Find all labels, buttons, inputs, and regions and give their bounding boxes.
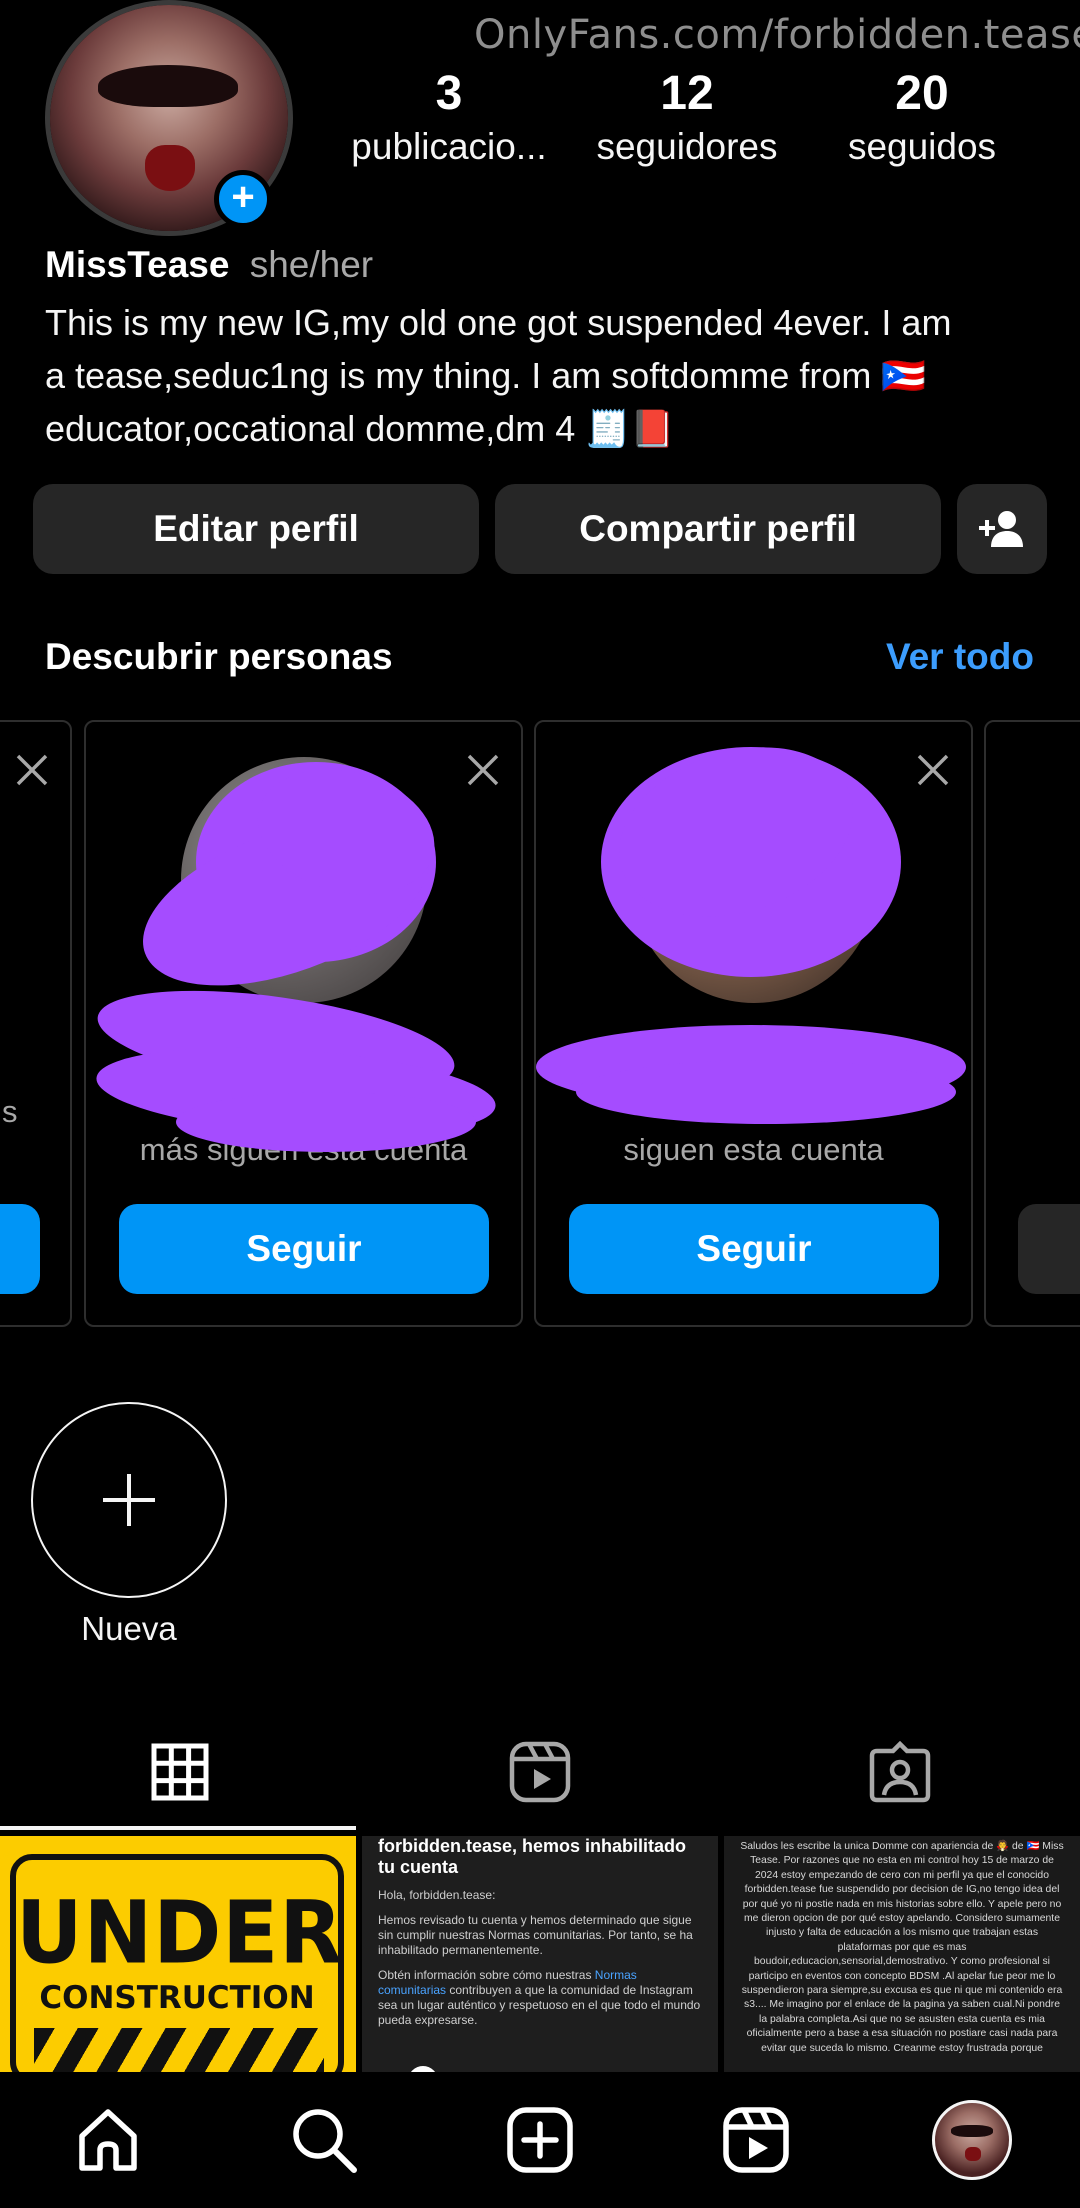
stat-posts[interactable]: 3 publicacio... — [349, 66, 549, 172]
partial-follow-button[interactable] — [1018, 1204, 1080, 1294]
nav-create[interactable] — [432, 2072, 648, 2208]
suggestion-avatar[interactable] — [631, 757, 877, 1003]
close-icon[interactable] — [463, 750, 503, 790]
share-profile-button[interactable]: Compartir perfil — [495, 484, 941, 574]
grid-icon — [151, 1743, 209, 1801]
bio-line: educator,occational domme,dm 4 🧾📕 — [45, 408, 675, 449]
partial-card-text: s — [2, 1094, 18, 1129]
suggestion-card[interactable]: siguen esta cuenta Seguir — [534, 720, 973, 1327]
post-thumbnail[interactable]: Saludos les escribe la unica Domme con a… — [724, 1836, 1080, 2072]
suggestion-card-partial-right — [984, 720, 1080, 1327]
follow-button[interactable]: Seguir — [569, 1204, 939, 1294]
stat-followers-label: seguidores — [596, 126, 778, 167]
reels-icon — [509, 1741, 571, 1803]
search-icon — [293, 2109, 357, 2173]
post-heading: forbidden.tease, hemos inhabilitado tu c… — [378, 1836, 687, 1877]
home-icon — [79, 2109, 137, 2171]
close-icon[interactable] — [913, 750, 953, 790]
bio-line: a tease,seduc1ng is my thing. I am softd… — [45, 355, 927, 396]
reels-icon — [723, 2107, 789, 2173]
profile-bio: This is my new IG,my old one got suspend… — [45, 296, 1045, 455]
tagged-icon — [869, 1741, 931, 1803]
hazard-stripes — [34, 2028, 324, 2072]
bio-line: This is my new IG,my old one got suspend… — [45, 302, 952, 343]
profile-avatar-icon — [932, 2100, 1012, 2180]
nav-search[interactable] — [216, 2072, 432, 2208]
stat-following-count: 20 — [895, 67, 949, 120]
stat-followers-count: 12 — [660, 67, 714, 120]
add-story-plus-icon[interactable]: + — [214, 170, 272, 228]
redaction-scribble — [536, 1025, 966, 1124]
suggestion-avatar[interactable] — [181, 757, 427, 1003]
post-thumbnail[interactable]: forbidden.tease, hemos inhabilitado tu c… — [362, 1836, 718, 2072]
post-paragraph: Hemos revisado tu cuenta y hemos determi… — [378, 1913, 693, 1957]
see-all-link[interactable]: Ver todo — [886, 636, 1034, 678]
edit-profile-button[interactable]: Editar perfil — [33, 484, 479, 574]
person-add-icon — [979, 511, 1023, 547]
nav-profile[interactable] — [864, 2072, 1080, 2208]
stat-following[interactable]: 20 seguidos — [822, 66, 1022, 172]
post-greeting: Hola, forbidden.tease: — [378, 1888, 496, 1902]
profile-name: MissTease — [45, 244, 230, 285]
sign-text-under: UNDER — [16, 1883, 344, 1984]
post-paragraph: Obtén información sobre cómo nuestras No… — [378, 1968, 701, 2027]
new-highlight-button[interactable] — [31, 1402, 227, 1598]
tab-posts-grid[interactable] — [0, 1712, 360, 1832]
watermark: OnlyFans.com/forbidden.tease — [474, 12, 1080, 58]
new-highlight-label: Nueva — [81, 1610, 177, 1647]
plus-icon — [103, 1474, 155, 1526]
tab-tagged[interactable] — [720, 1712, 1080, 1832]
partial-follow-button[interactable] — [0, 1204, 40, 1294]
discover-people-button[interactable] — [957, 484, 1047, 574]
follow-button[interactable]: Seguir — [119, 1204, 489, 1294]
suggestion-subtitle: siguen esta cuenta — [623, 1132, 884, 1167]
post-thumbnail[interactable]: UNDER CONSTRUCTION — [0, 1836, 356, 2072]
post-text: Saludos les escribe la unica Domme con a… — [740, 1841, 1064, 2054]
suggestion-card[interactable]: más siguen esta cuenta Seguir — [84, 720, 523, 1327]
create-icon — [507, 2107, 573, 2173]
sign-text-construction: CONSTRUCTION — [39, 1980, 315, 2016]
close-icon[interactable] — [12, 750, 52, 790]
profile-tabs — [0, 1712, 1080, 1832]
active-tab-indicator — [0, 1826, 356, 1830]
stat-posts-count: 3 — [435, 67, 463, 120]
profile-name-row: MissTease she/her — [45, 244, 373, 286]
nav-reels[interactable] — [648, 2072, 864, 2208]
stat-posts-label: publicacio... — [351, 126, 547, 167]
stat-followers[interactable]: 12 seguidores — [587, 66, 787, 172]
bottom-navigation — [0, 2072, 1080, 2208]
tab-reels[interactable] — [360, 1712, 720, 1832]
suggestion-card-partial-left: s — [0, 720, 72, 1327]
nav-home[interactable] — [0, 2072, 216, 2208]
suggestion-subtitle: más siguen esta cuenta — [139, 1132, 468, 1167]
discover-people-title: Descubrir personas — [45, 636, 393, 677]
profile-pronouns: she/her — [249, 244, 374, 285]
stat-following-label: seguidos — [847, 126, 997, 167]
under-construction-sign: UNDER CONSTRUCTION — [10, 1854, 344, 2072]
